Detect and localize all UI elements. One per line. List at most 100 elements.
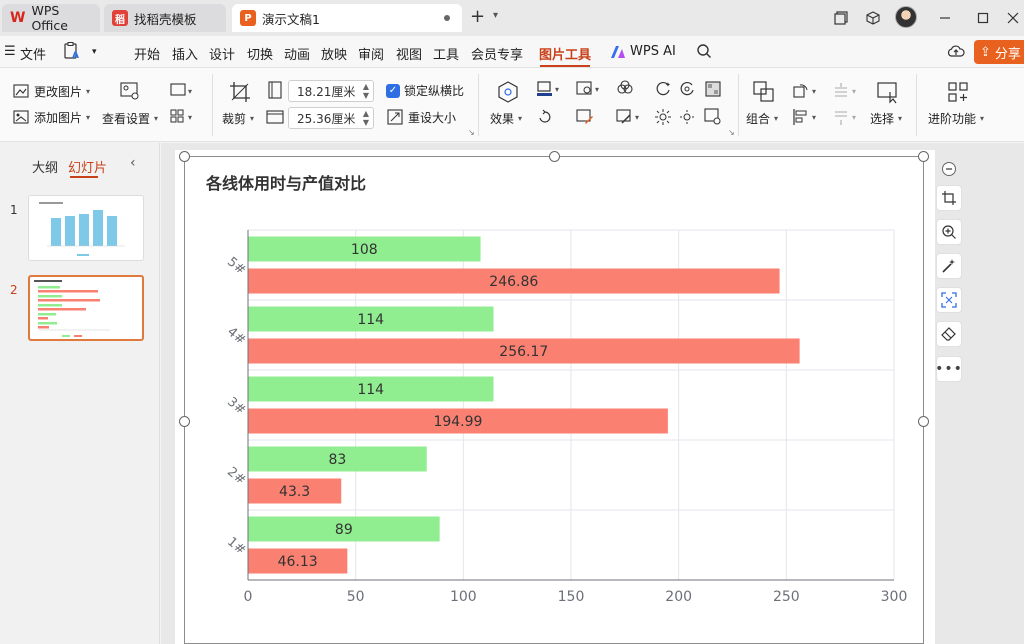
bar-chart[interactable]: 89 46.13 83 43.3 114 194.99 114 256.17 108 246.86… (175, 150, 935, 644)
more-options-button[interactable]: ••• (935, 356, 962, 382)
slide-thumbnail-2[interactable] (28, 275, 144, 341)
resize-handle-right[interactable] (918, 416, 929, 427)
cloud-upload-icon[interactable] (947, 43, 965, 61)
brightness-icon[interactable] (654, 108, 672, 126)
share-button[interactable]: ⇪ 分享 (974, 40, 1024, 64)
height-input[interactable]: 18.21厘米 ▲ ▼ (288, 80, 374, 102)
recolor-icon[interactable]: ▾ (616, 108, 644, 126)
tab-template[interactable]: 稻 找稻壳模板 (104, 4, 226, 32)
mosaic-icon[interactable] (704, 80, 722, 98)
view-picture-icon[interactable] (120, 82, 139, 100)
rotate-icon[interactable] (536, 108, 554, 126)
svg-text:▾: ▾ (188, 87, 192, 96)
unsaved-dot-icon[interactable] (444, 15, 450, 21)
menu-animation[interactable]: 动画 (284, 44, 310, 63)
picture-edit-icon[interactable] (576, 108, 594, 126)
expand-dialog-icon[interactable]: ↘ (728, 128, 735, 137)
expand-dialog-icon[interactable]: ↘ (468, 128, 475, 137)
change-picture-label: 更改图片 (34, 84, 83, 99)
view-settings-button[interactable]: 查看设置 ▾ (102, 110, 158, 127)
chevron-down-icon: ▾ (774, 114, 779, 123)
compress-icon[interactable] (704, 108, 722, 126)
menu-transition[interactable]: 切换 (247, 44, 273, 63)
chevron-down-icon: ▾ (980, 114, 985, 123)
group-icon[interactable] (752, 80, 776, 104)
advanced-features-button[interactable]: 进阶功能 ▾ (928, 110, 984, 127)
select-button[interactable]: 选择 ▾ (870, 110, 902, 127)
menu-wps-ai[interactable]: WPS AI (630, 44, 676, 59)
tab-slides[interactable]: 幻灯片 (68, 157, 107, 176)
magic-edit-button[interactable] (936, 253, 962, 279)
chevron-down-icon[interactable]: ▾ (92, 47, 97, 57)
resize-handle-top[interactable] (549, 151, 560, 162)
menu-home[interactable]: 开始 (134, 44, 160, 63)
add-picture-button[interactable]: 添加图片 ▾ (12, 108, 90, 126)
menu-slideshow[interactable]: 放映 (321, 44, 347, 63)
menu-review[interactable]: 审阅 (358, 44, 384, 63)
ribbon-separator (478, 74, 479, 136)
x-tick-label: 200 (665, 589, 692, 605)
change-picture-button[interactable]: 更改图片 ▾ (12, 82, 90, 100)
cube-icon[interactable] (864, 9, 882, 27)
search-icon[interactable] (696, 43, 712, 63)
layout-grid-icon[interactable]: ▾ (170, 108, 192, 126)
cutout-icon[interactable] (616, 80, 634, 98)
maximize-icon[interactable] (974, 9, 992, 27)
crop-icon[interactable] (228, 80, 252, 104)
enhance-icon[interactable]: ✦ (654, 80, 672, 98)
width-input[interactable]: 25.36厘米 ▲ ▼ (288, 107, 374, 129)
zoom-button[interactable] (936, 219, 962, 245)
align-icon[interactable]: ▾ (792, 108, 822, 126)
menu-file[interactable]: 文件 (20, 44, 46, 63)
bring-forward-icon[interactable]: ▾ (832, 82, 862, 100)
collapse-panel-icon[interactable]: ‹ (130, 155, 136, 171)
menu-design[interactable]: 设计 (209, 44, 235, 63)
contrast-icon[interactable] (678, 108, 696, 126)
chevron-down-icon[interactable]: ▾ (493, 10, 498, 21)
color-adjust-icon[interactable]: ▾ (576, 80, 604, 98)
tab-wps-office[interactable]: W WPS Office (2, 3, 100, 33)
sharpen-icon[interactable] (678, 80, 696, 98)
menu-insert[interactable]: 插入 (172, 44, 198, 63)
stepper-icon[interactable]: ▲ ▼ (363, 109, 369, 127)
bar-value-label: 89 (335, 522, 353, 538)
resize-handle-top-left[interactable] (179, 151, 190, 162)
menu-member[interactable]: 会员专享 (471, 44, 523, 63)
wps-ai-icon[interactable] (610, 45, 626, 63)
window-switch-icon[interactable] (832, 9, 850, 27)
group-button[interactable]: 组合 ▾ (746, 110, 778, 127)
reset-size-button[interactable]: 重设大小 (386, 108, 456, 126)
close-icon[interactable] (1004, 9, 1022, 27)
tab-label: 找稻壳模板 (134, 11, 197, 27)
ribbon-separator (212, 74, 213, 136)
slide-thumbnail-1[interactable] (28, 195, 144, 261)
crop-button[interactable]: 裁剪 ▾ (222, 110, 254, 127)
resize-handle-left[interactable] (179, 416, 190, 427)
minimize-icon[interactable] (936, 9, 954, 27)
stepper-icon[interactable]: ▲ ▼ (363, 82, 369, 100)
lock-ratio-checkbox[interactable]: ✓ 锁定纵横比 (386, 82, 464, 99)
collapse-toolbar-button[interactable] (936, 156, 962, 182)
hamburger-menu-icon[interactable]: ☰ (4, 44, 16, 59)
tab-label: 演示文稿1 (262, 11, 320, 27)
eraser-button[interactable] (936, 321, 962, 347)
crop-tool-button[interactable] (936, 185, 962, 211)
menu-view[interactable]: 视图 (396, 44, 422, 63)
select-pane-icon[interactable] (876, 80, 900, 104)
picture-style-icon[interactable]: ▾ (170, 82, 192, 100)
clipboard-icon[interactable]: A (62, 41, 82, 65)
avatar[interactable] (895, 6, 917, 28)
smart-cutout-button[interactable] (936, 287, 962, 313)
effects-icon[interactable] (496, 80, 520, 104)
menu-tools[interactable]: 工具 (433, 44, 459, 63)
tab-outline[interactable]: 大纲 (32, 157, 58, 176)
rotate-flip-icon[interactable]: ▾ (792, 82, 822, 100)
tab-document[interactable]: P 演示文稿1 (232, 4, 462, 32)
resize-handle-top-right[interactable] (918, 151, 929, 162)
effects-button[interactable]: 效果 ▾ (490, 110, 522, 127)
send-backward-icon[interactable]: ▾ (832, 108, 862, 126)
menu-picture-tools[interactable]: 图片工具 (539, 44, 591, 63)
new-tab-icon[interactable]: + (470, 6, 485, 27)
advanced-features-icon[interactable] (946, 80, 970, 104)
border-color-icon[interactable]: ▾ (536, 80, 564, 98)
